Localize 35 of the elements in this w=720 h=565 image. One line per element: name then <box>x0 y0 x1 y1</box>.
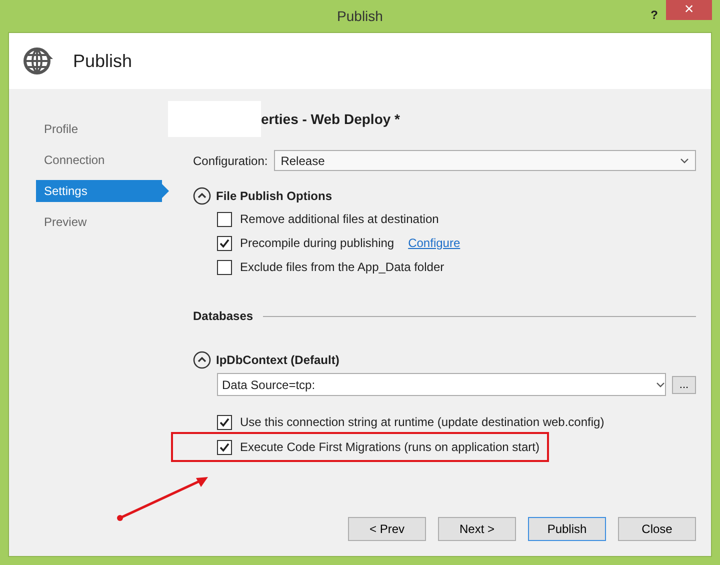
section-title: Databases <box>193 309 254 323</box>
checkbox[interactable] <box>217 260 232 274</box>
collapse-icon[interactable] <box>193 351 211 369</box>
window-title: Publish <box>337 8 383 24</box>
configure-link[interactable]: Configure <box>408 236 460 250</box>
sidebar-item[interactable]: Profile <box>36 118 78 140</box>
globe-icon <box>23 45 55 77</box>
connection-string-field[interactable]: Data Source=tcp: <box>217 373 666 396</box>
option-label: Remove additional files at destination <box>240 212 439 226</box>
dropdown-caret-icon <box>656 382 665 388</box>
close-button[interactable]: × <box>666 0 712 20</box>
section-title: File Publish Options <box>216 189 332 203</box>
dialog-button[interactable]: Publish <box>528 517 606 541</box>
option-label: Execute Code First Migrations (runs on application start) <box>240 440 540 454</box>
header-title: Publish <box>73 50 132 72</box>
page-title: erties - Web Deploy * <box>261 111 400 127</box>
dropdown-caret-icon <box>680 158 689 164</box>
option-label: Use this connection string at runtime (update destination web.config) <box>240 415 604 429</box>
option-label: Precompile during publishing <box>240 236 394 250</box>
configuration-label: Configuration: <box>193 154 268 168</box>
sidebar-item[interactable]: Connection <box>36 149 105 171</box>
option-label: Exclude files from the App_Data folder <box>240 260 444 274</box>
dialog-button[interactable]: < Prev <box>348 517 426 541</box>
dialog-button[interactable]: Close <box>618 517 696 541</box>
sidebar-item[interactable]: Preview <box>36 211 87 233</box>
context-title: IpDbContext (Default) <box>216 353 340 367</box>
checkbox[interactable] <box>217 236 232 250</box>
checkbox[interactable] <box>217 414 232 430</box>
checkbox[interactable] <box>217 212 232 226</box>
configuration-dropdown[interactable]: Release <box>274 150 696 171</box>
browse-button[interactable]: ... <box>672 376 696 394</box>
checkbox[interactable] <box>217 440 232 454</box>
help-button[interactable]: ? <box>650 8 658 22</box>
dialog-button[interactable]: Next > <box>438 517 516 541</box>
collapse-icon[interactable] <box>193 187 211 205</box>
